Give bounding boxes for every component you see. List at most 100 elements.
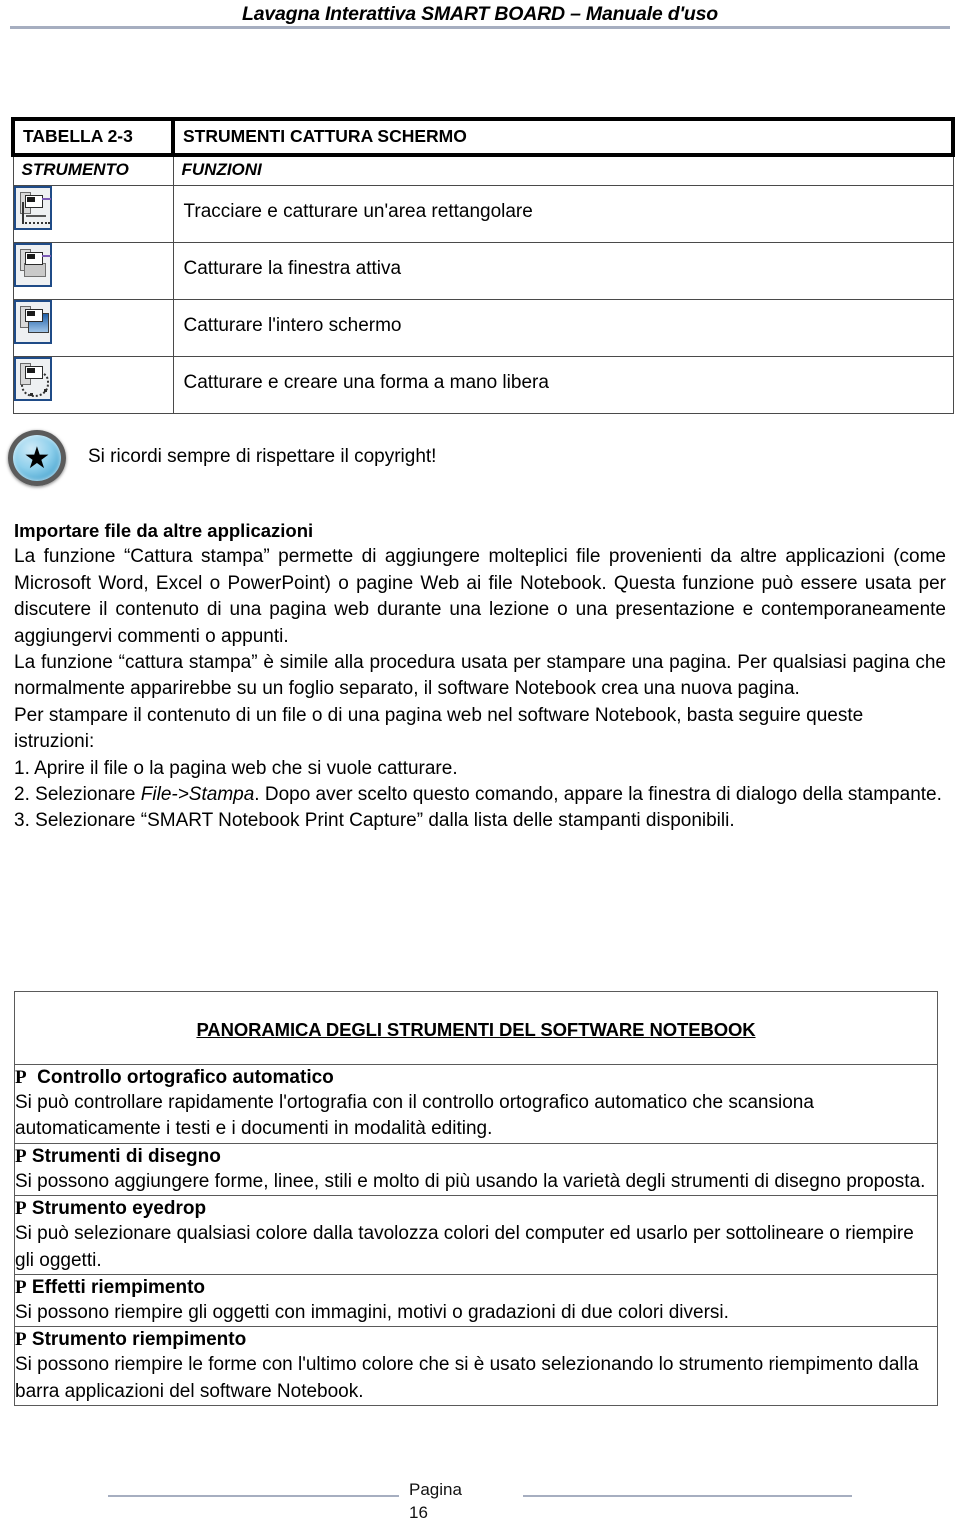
step-text: Aprire il file o la pagina web che si vu… [34,757,458,779]
tool-function-cell: Catturare la finestra attiva [172,242,954,300]
tool-icon-cell [12,356,174,414]
tool-function-text: Catturare e creare una forma a mano libe… [183,372,549,393]
list-item: P Controllo ortografico automatico Si pu… [14,1064,938,1144]
table-title: STRUMENTI CATTURA SCHERMO [183,126,467,146]
p-bullet-icon: P [15,1329,27,1351]
table-title-cell: STRUMENTI CATTURA SCHERMO [171,117,955,157]
overview-item-body: Si possono aggiungere forme, linee, stil… [15,1170,926,1192]
step-item-3: 3. Selezionare “SMART Notebook Print Cap… [14,808,946,834]
copyright-note-text: Si ricordi sempre di rispettare il copyr… [88,446,437,467]
document-header-title: Lavagna Interattiva SMART BOARD – Manual… [242,3,718,25]
tool-icon-cell [12,299,174,357]
icon-handle-dot [29,393,33,396]
overview-item-heading: P Effetti riempimento [15,1275,937,1300]
overview-title-cell: PANORAMICA DEGLI STRUMENTI DEL SOFTWARE … [14,991,938,1065]
icon-window-shaded [23,263,46,277]
paragraph-1: La funzione “Cattura stampa” permette di… [14,546,946,647]
star-badge-icon: ★ [8,430,66,486]
table-label: TABELLA 2-3 [23,126,133,146]
step-text-pre: Selezionare [35,784,141,806]
page-label: Pagina [409,1480,462,1499]
list-item: P Effetti riempimento Si possono riempir… [14,1274,938,1328]
overview-item-heading: P Strumenti di disegno [15,1144,937,1169]
step-text: Selezionare “SMART Notebook Print Captur… [35,810,735,832]
p-bullet-icon: P [15,1277,27,1299]
overview-item-heading: P Controllo ortografico automatico [15,1065,937,1090]
copyright-note: ★ Si ricordi sempre di rispettare il cop… [0,428,960,488]
overview-item-heading: P Strumento riempimento [15,1327,937,1352]
overview-item-cell: P Strumenti di disegno Si possono aggiun… [14,1142,938,1197]
body-content: Importare file da altre applicazioni La … [14,518,946,835]
tool-function-cell: Catturare e creare una forma a mano libe… [172,356,954,414]
tool-function-cell: Catturare l'intero schermo [172,299,954,357]
document-footer: Pagina 16 [0,1478,960,1534]
icon-window-front [24,309,43,322]
overview-item-heading-text: Effetti riempimento [31,1277,206,1299]
star-glyph: ★ [23,442,51,475]
tool-function-cell: Tracciare e catturare un'area rettangola… [172,185,954,243]
tool-icon-cell [12,242,174,300]
overview-title: PANORAMICA DEGLI STRUMENTI DEL SOFTWARE … [196,1019,756,1040]
tool-function-text: Catturare la finestra attiva [183,258,402,279]
table-row: Catturare la finestra attiva [12,242,954,300]
overview-item-cell: P Controllo ortografico automatico Si pu… [14,1064,938,1144]
overview-item-cell: P Strumento eyedrop Si può selezionare q… [14,1195,938,1276]
overview-item-heading-text: Strumento eyedrop [31,1198,207,1220]
tool-function-text: Catturare l'intero schermo [183,315,402,336]
page-indicator: Pagina 16 [409,1478,519,1524]
step-number: 1. [14,757,30,779]
overview-item-body: Si può selezionare qualsiasi colore dall… [15,1223,914,1271]
table-label-cell: TABELLA 2-3 [11,117,175,157]
capture-window-icon[interactable] [13,243,52,287]
tool-function-text: Tracciare e catturare un'area rettangola… [183,201,533,222]
overview-item-body: Si possono riempire le forme con l'ultim… [15,1354,919,1402]
step-emphasis: File->Stampa [140,784,255,806]
list-item: P Strumenti di disegno Si possono aggiun… [14,1142,938,1197]
overview-item-cell: P Effetti riempimento Si possono riempir… [14,1274,938,1328]
capture-area-icon[interactable] [13,186,52,230]
footer-divider-left [108,1495,399,1497]
capture-screen-icon[interactable] [13,300,52,344]
icon-base-bar [25,215,46,217]
step-item-1: 1. Aprire il file o la pagina web che si… [14,756,946,782]
table-column-header-row: STRUMENTO FUNZIONI [12,155,954,186]
p-bullet-icon: P [15,1145,27,1167]
footer-divider-right [523,1495,852,1497]
document-header: Lavagna Interattiva SMART BOARD – Manual… [0,0,960,34]
page-number: 16 [409,1503,428,1522]
p-bullet-icon: P [15,1198,27,1220]
column-header-tool-cell: STRUMENTO [12,155,174,186]
table-row: Catturare e creare una forma a mano libe… [12,356,954,414]
overview-item-heading: P Strumento eyedrop [15,1196,937,1221]
step-number: 3. [14,810,30,832]
tool-icon-cell [12,185,174,243]
icon-accent-bar [41,255,51,257]
overview-item-heading-text: Controllo ortografico automatico [37,1067,334,1088]
step-item-2: 2. Selezionare File->Stampa. Dopo aver s… [14,782,946,808]
header-divider-rule [10,26,950,29]
overview-item-heading-text: Strumenti di disegno [31,1145,221,1167]
paragraph-3: Per stampare il contenuto di un file o d… [14,704,864,753]
icon-window-front [24,252,43,265]
column-header-tool: STRUMENTO [21,160,129,179]
overview-item-heading-text: Strumento riempimento [31,1329,247,1351]
p-bullet-icon: P [15,1067,27,1088]
overview-item-body: Si può controllare rapidamente l'ortogra… [15,1092,814,1140]
capture-freehand-icon[interactable] [13,357,52,401]
column-header-functions: FUNZIONI [181,160,262,179]
list-item: P Strumento eyedrop Si può selezionare q… [14,1195,938,1276]
column-header-functions-cell: FUNZIONI [172,155,954,186]
table-header-row: TABELLA 2-3 STRUMENTI CATTURA SCHERMO [11,117,955,157]
notebook-tools-overview-table: PANORAMICA DEGLI STRUMENTI DEL SOFTWARE … [14,991,938,1407]
table-row: Tracciare e catturare un'area rettangola… [12,185,954,243]
step-text-post: . Dopo aver scelto questo comando, appar… [254,784,942,806]
icon-accent-bar [41,198,51,200]
paragraph-2: La funzione “cattura stampa” è simile al… [14,652,946,700]
icon-selection-rect [21,202,50,224]
icon-window-front [24,366,43,379]
icon-handle-dot [43,389,47,392]
overview-item-cell: P Strumento riempimento Si possono riemp… [14,1326,938,1407]
table-row: Catturare l'intero schermo [12,299,954,357]
overview-title-row: PANORAMICA DEGLI STRUMENTI DEL SOFTWARE … [14,991,938,1065]
step-number: 2. [14,784,30,806]
